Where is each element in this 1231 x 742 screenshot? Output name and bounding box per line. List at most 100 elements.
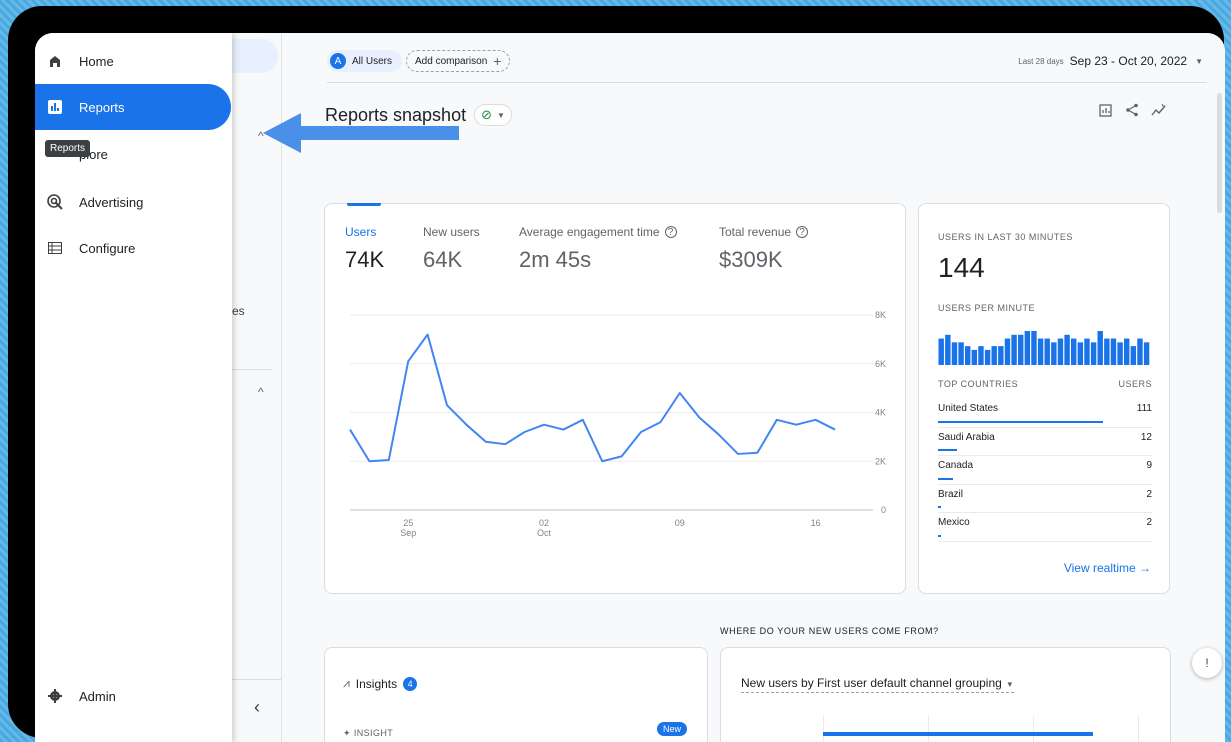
home-icon: [45, 51, 65, 71]
nav-item-reports[interactable]: Reports: [35, 84, 231, 130]
metric-label: Total revenue: [719, 225, 792, 239]
new-users-dropdown[interactable]: New users by First user default channel …: [741, 676, 1014, 693]
grid-line: [1138, 716, 1139, 742]
per-minute-bar: [971, 349, 978, 365]
device-frame: Home Reports Reports plore Advertising C…: [8, 6, 1225, 742]
insight-label-row: ✦ INSIGHT: [343, 728, 393, 739]
dropdown-icon: ▼: [497, 110, 505, 120]
segment-chip[interactable]: A All Users: [327, 50, 403, 72]
table-row[interactable]: Canada 9: [938, 456, 1152, 485]
grid-line: [823, 716, 824, 742]
per-minute-bar: [984, 349, 991, 365]
per-minute-bar: [958, 342, 964, 365]
app-screen: Home Reports Reports plore Advertising C…: [35, 33, 1225, 742]
new-users-card: New users by First user default channel …: [720, 647, 1171, 742]
per-minute-bar: [1037, 338, 1044, 365]
left-nav: Home Reports Reports plore Advertising C…: [35, 33, 232, 742]
share-bar: [938, 449, 957, 451]
help-icon[interactable]: ?: [664, 226, 677, 238]
chevron-up-icon[interactable]: ^: [258, 385, 264, 399]
per-minute-bar: [1018, 334, 1024, 365]
tooltip: Reports: [45, 140, 91, 157]
insights-card: ⩘ Insights 4 ✦ INSIGHT New: [324, 647, 708, 742]
table-row[interactable]: Mexico 2: [938, 513, 1152, 542]
country-name: United States: [938, 403, 999, 414]
per-minute-bar: [951, 342, 958, 365]
nav-item-label: Home: [79, 53, 114, 69]
nav-item-admin[interactable]: Admin: [35, 681, 231, 711]
per-minute-bar: [1004, 338, 1011, 365]
insight-label: INSIGHT: [353, 728, 394, 738]
per-minute-bar: [1130, 346, 1137, 365]
metric-value: 64K: [423, 247, 463, 272]
nav-item-advertising[interactable]: Advertising: [35, 179, 231, 225]
view-realtime-label: View realtime: [1063, 561, 1136, 575]
x-tick-month: Sep: [400, 528, 416, 538]
country-users: 9: [1146, 460, 1152, 471]
date-range-label: Sep 23 - Oct 20, 2022: [1069, 54, 1188, 68]
dropdown-icon: ▼: [1005, 680, 1014, 689]
metric-new-users[interactable]: New users 64K: [423, 225, 480, 273]
feedback-icon[interactable]: !: [1192, 648, 1222, 678]
sparkle-icon: ⩘: [343, 676, 350, 690]
insights-title: Insights: [355, 676, 398, 691]
metric-value: $309K: [719, 247, 783, 272]
metric-users[interactable]: Users 74K: [345, 225, 384, 273]
new-badge: New: [656, 722, 687, 736]
nav-item-configure[interactable]: Configure: [35, 225, 231, 271]
country-name: Mexico: [938, 517, 970, 528]
selected-pill[interactable]: [232, 39, 278, 73]
table-row[interactable]: Brazil 2: [938, 485, 1152, 513]
plus-icon: +: [493, 53, 502, 69]
per-minute-bar: [945, 334, 951, 365]
share-bar: [938, 477, 953, 480]
share-icon[interactable]: [1125, 103, 1139, 120]
metric-engagement-time[interactable]: Average engagement time? 2m 45s: [519, 225, 677, 273]
divider: [327, 82, 1207, 83]
per-minute-bar: [1143, 342, 1150, 365]
date-range-picker[interactable]: Last 28 days Sep 23 - Oct 20, 2022 ▼: [1018, 54, 1203, 68]
metrics-card: Users 74K New users 64K Average engageme…: [324, 203, 906, 594]
collapse-icon[interactable]: ‹: [254, 697, 260, 718]
per-minute-bar: [1011, 334, 1017, 365]
per-minute-bar: [1031, 331, 1037, 365]
list-icon: [45, 238, 65, 258]
x-tick-label: 09: [675, 518, 685, 528]
per-minute-bar: [1104, 338, 1110, 365]
per-minute-bar: [1084, 338, 1090, 365]
per-minute-bar: [1077, 342, 1084, 365]
per-minute-bar: [1124, 338, 1130, 365]
add-comparison-label: Add comparison: [415, 55, 488, 67]
realtime-count: 144: [938, 252, 985, 283]
scrollbar[interactable]: [1217, 93, 1222, 213]
share-bar: [938, 420, 1103, 423]
table-row[interactable]: United States 111: [938, 399, 1152, 428]
top-countries-table: TOP COUNTRIES USERS United States 111 Saud…: [938, 379, 1152, 542]
add-comparison-button[interactable]: Add comparison +: [406, 50, 511, 72]
edit-report-icon[interactable]: [1099, 103, 1113, 120]
table-row[interactable]: Saudi Arabia 12: [938, 428, 1152, 456]
sparkle-icon: ✦: [343, 728, 351, 738]
panel-label[interactable]: es: [232, 304, 245, 318]
y-tick-label: 4K: [875, 408, 886, 418]
metric-total-revenue[interactable]: Total revenue? $309K: [719, 225, 809, 273]
x-tick-label: 25: [403, 518, 413, 528]
per-minute-label: USERS PER MINUTE: [938, 303, 1036, 313]
per-minute-bar: [998, 346, 1004, 365]
advertising-icon: [45, 192, 65, 212]
per-minute-bar: [1097, 331, 1103, 365]
insights-icon[interactable]: [1151, 103, 1167, 120]
share-bar: [938, 534, 941, 537]
view-realtime-link[interactable]: View realtime →: [1064, 561, 1151, 575]
grid-line: [1033, 716, 1034, 742]
help-icon[interactable]: ?: [796, 226, 809, 238]
per-minute-bar-chart: [938, 331, 1150, 365]
country-users: 111: [1136, 403, 1152, 414]
insights-count-badge: 4: [403, 676, 418, 691]
nav-item-home[interactable]: Home: [35, 38, 231, 84]
status-dropdown[interactable]: ⊘ ▼: [474, 104, 512, 126]
country-name: Saudi Arabia: [938, 431, 995, 443]
metric-label-row: Total revenue?: [719, 225, 809, 239]
new-users-title: New users by First user default channel …: [741, 676, 1002, 690]
country-users: 12: [1140, 431, 1152, 443]
